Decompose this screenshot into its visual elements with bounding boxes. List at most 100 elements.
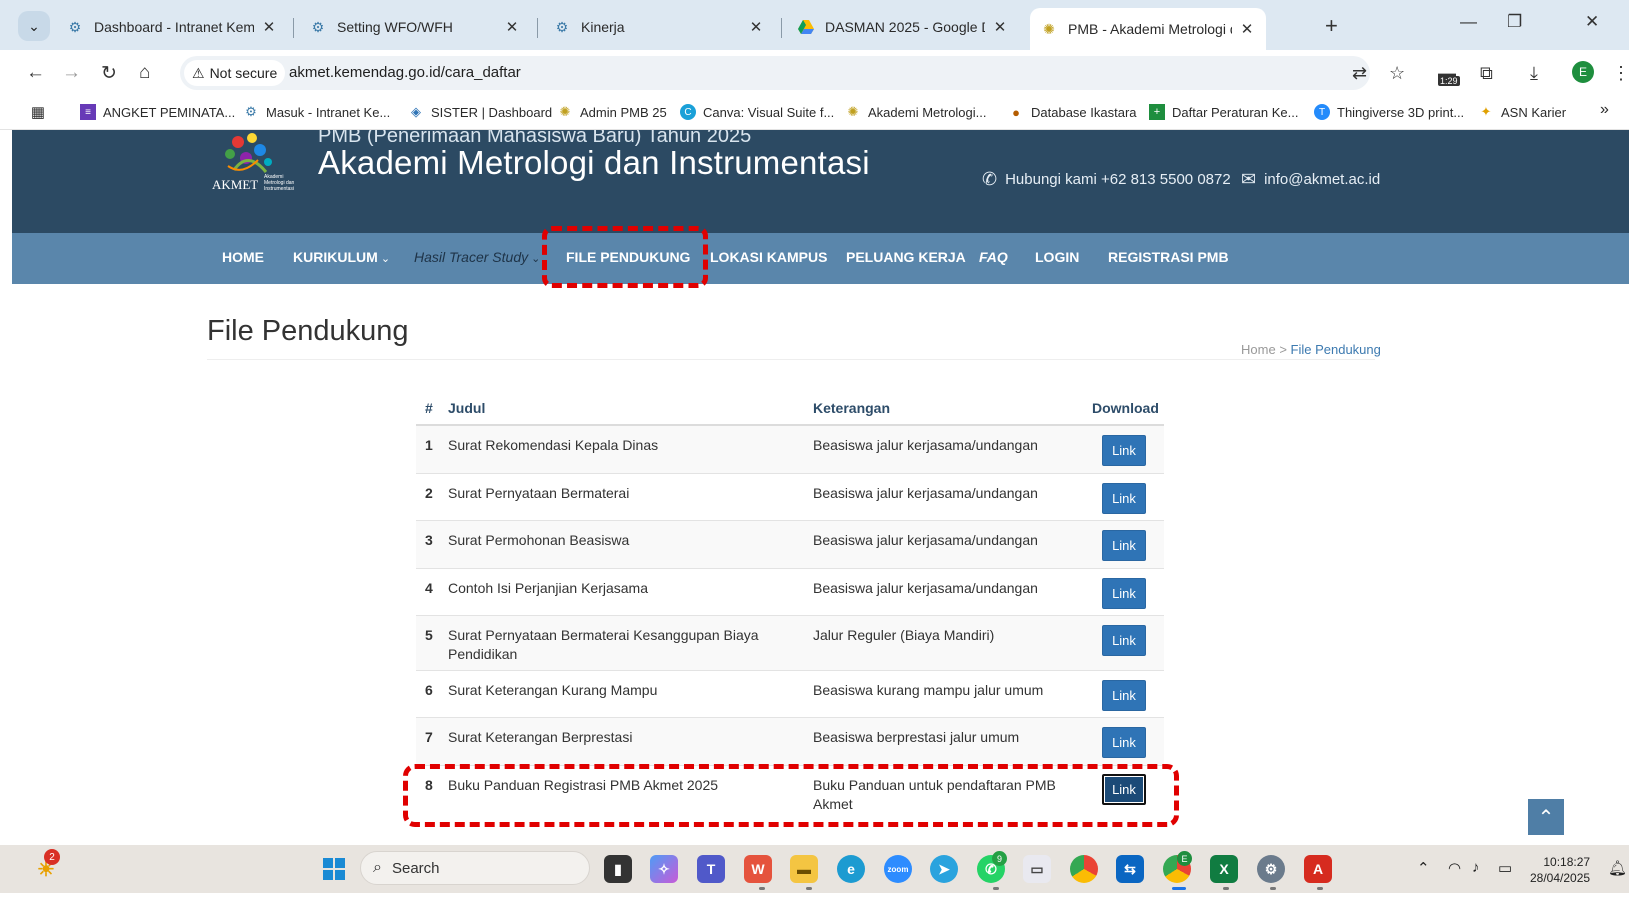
download-link-button[interactable]: Link — [1102, 578, 1146, 609]
download-link-button[interactable]: Link — [1102, 625, 1146, 656]
excel-icon[interactable]: X — [1210, 855, 1238, 883]
row-number: 2 — [425, 485, 433, 501]
bookmark-angket[interactable]: ≡ ANGKET PEMINATA... — [80, 104, 235, 120]
bookmark-sister[interactable]: ◈ SISTER | Dashboard — [408, 104, 552, 120]
scroll-to-top-chevron-up-icon[interactable]: ⌃ — [1528, 799, 1564, 835]
download-link-button[interactable]: Link — [1102, 530, 1146, 561]
zoom-icon[interactable]: zoom — [884, 855, 912, 883]
table-row: 3 Surat Permohonan Beasiswa Beasiswa jal… — [416, 521, 1164, 569]
contact-email[interactable]: ✉ info@akmet.ac.id — [1241, 169, 1380, 190]
running-indicator — [806, 887, 812, 890]
nav-registrasi-pmb[interactable]: REGISTRASI PMB — [1108, 249, 1229, 265]
bookmarks-bar: ▦ ≡ ANGKET PEMINATA... ⚙ Masuk - Intranet … — [0, 96, 1629, 130]
close-icon[interactable]: ✕ — [747, 18, 765, 36]
bookmark-asn-karier[interactable]: ✦ ASN Karier — [1478, 104, 1566, 120]
site-title: Akademi Metrologi dan Instrumentasi — [318, 144, 870, 181]
close-icon[interactable]: ✕ — [1238, 20, 1256, 38]
bookmark-canva[interactable]: C Canva: Visual Suite f... — [680, 104, 834, 120]
breadcrumb: Home > File Pendukung — [1241, 342, 1381, 357]
nav-kurikulum[interactable]: KURIKULUM ⌄ — [293, 249, 390, 265]
apps-grid-icon[interactable]: ▦ — [30, 104, 53, 121]
volume-icon[interactable]: ♪ — [1472, 859, 1480, 876]
tab-dashboard-intranet[interactable]: ⚙ Dashboard - Intranet Kementer ✕ — [56, 10, 288, 44]
close-icon[interactable]: ✕ — [260, 18, 278, 36]
remote-desktop-icon[interactable]: ⇆ — [1116, 855, 1144, 883]
back-arrow-icon[interactable]: ← — [26, 62, 45, 84]
tab-search-chevron-icon[interactable]: ⌄ — [18, 11, 50, 41]
edge-icon[interactable]: e — [837, 855, 865, 883]
wps-office-icon[interactable]: W — [744, 855, 772, 883]
close-icon[interactable]: ✕ — [503, 18, 521, 36]
bookmark-thingiverse[interactable]: T Thingiverse 3D print... — [1314, 104, 1464, 120]
download-link-button[interactable]: Link — [1102, 680, 1146, 711]
nav-peluang-kerja[interactable]: PELUANG KERJA — [846, 249, 966, 265]
reload-icon[interactable]: ↻ — [101, 62, 117, 85]
bookmarks-overflow-icon[interactable]: » — [1600, 101, 1609, 119]
minimize-icon[interactable]: — — [1460, 12, 1477, 32]
bookmark-admin-pmb[interactable]: ✺ Admin PMB 25 — [557, 104, 667, 120]
download-icon[interactable]: ⤓ — [1530, 63, 1538, 84]
settings-gear-icon[interactable]: ⚙ — [1257, 855, 1285, 883]
task-view-icon[interactable]: ▮ — [604, 855, 632, 883]
wifi-icon[interactable]: ◠ — [1448, 859, 1461, 877]
chrome-icon[interactable] — [1070, 855, 1098, 883]
system-clock[interactable]: 10:18:27 28/04/2025 — [1530, 854, 1590, 886]
file-explorer-icon[interactable]: ▬ — [790, 855, 818, 883]
tray-chevron-up-icon[interactable]: ⌃ — [1417, 859, 1430, 877]
nav-faq[interactable]: FAQ — [979, 249, 1008, 265]
table-row: 5 Surat Pernyataan Bermaterai Kesanggupa… — [416, 616, 1164, 671]
tab-kinerja[interactable]: ⚙ Kinerja ✕ — [543, 10, 775, 44]
forward-arrow-icon[interactable]: → — [62, 62, 81, 84]
page-title: File Pendukung — [207, 315, 409, 347]
windows-start-icon[interactable] — [320, 855, 348, 883]
taskbar-search-box[interactable]: ⌕ Search — [360, 851, 590, 885]
restore-icon[interactable]: ❐ — [1507, 12, 1522, 32]
translate-icon[interactable]: ⇄ — [1352, 63, 1367, 84]
bookmark-peraturan[interactable]: + Daftar Peraturan Ke... — [1149, 104, 1298, 120]
bookmark-akademi-metrologi[interactable]: ✺ Akademi Metrologi... — [845, 104, 987, 120]
contact-phone[interactable]: ✆ Hubungi kami +62 813 5500 0872 — [982, 169, 1231, 190]
nav-tracer-study[interactable]: Hasil Tracer Study ⌄ — [414, 249, 540, 265]
nav-login[interactable]: LOGIN — [1035, 249, 1079, 265]
browser-toolbar: ← → ↻ ⌂ ⚠ Not secure akmet.kemendag.go.i… — [0, 50, 1629, 96]
window-close-icon[interactable]: ✕ — [1585, 12, 1599, 32]
nav-home[interactable]: HOME — [222, 249, 264, 265]
download-link-button[interactable]: Link — [1102, 483, 1146, 514]
row-judul: Contoh Isi Perjanjian Kerjasama — [448, 580, 648, 596]
profile-avatar[interactable]: E — [1572, 61, 1594, 83]
table-row: 6 Surat Keterangan Kurang Mampu Beasiswa… — [416, 671, 1164, 718]
tab-setting-wfo[interactable]: ⚙ Setting WFO/WFH ✕ — [299, 10, 531, 44]
bookmark-intranet[interactable]: ⚙ Masuk - Intranet Ke... — [243, 104, 390, 120]
download-link-button[interactable]: Link — [1102, 727, 1146, 758]
battery-icon[interactable]: ▭ — [1498, 859, 1512, 877]
url-text[interactable]: akmet.kemendag.go.id/cara_daftar — [289, 64, 521, 81]
new-tab-plus-icon[interactable]: + — [1325, 13, 1338, 39]
table-header: # Judul Keterangan Download — [416, 389, 1164, 426]
row-number: 5 — [425, 627, 433, 643]
main-navigation: HOME KURIKULUM ⌄ Hasil Tracer Study ⌄ FI… — [12, 233, 1629, 284]
tab-title: Kinerja — [581, 19, 625, 35]
security-chip[interactable]: ⚠ Not secure — [184, 60, 286, 86]
logo-wordmark: AKMET — [212, 177, 259, 192]
breadcrumb-home[interactable]: Home — [1241, 342, 1276, 357]
tab-pmb-akmet-active[interactable]: ✺ PMB - Akademi Metrologi dan I ✕ — [1030, 8, 1266, 50]
row-keterangan: Beasiswa jalur kerjasama/undangan — [813, 580, 1038, 596]
close-icon[interactable]: ✕ — [991, 18, 1009, 36]
warning-triangle-icon: ⚠ — [192, 64, 205, 81]
active-app-indicator — [1172, 887, 1186, 890]
bookmark-star-icon[interactable]: ☆ — [1389, 63, 1405, 84]
notification-bell-icon[interactable]: 🔔︎ — [1608, 859, 1627, 877]
chat-app-icon[interactable]: ▭ — [1023, 855, 1051, 883]
nav-lokasi-kampus[interactable]: LOKASI KAMPUS — [710, 249, 827, 265]
teams-icon[interactable]: T — [697, 855, 725, 883]
tab-dasman-drive[interactable]: DASMAN 2025 - Google Drive ✕ — [787, 10, 1019, 44]
copilot-icon[interactable]: ✧ — [650, 855, 678, 883]
menu-kebab-icon[interactable]: ⋮ — [1612, 63, 1629, 84]
download-link-button[interactable]: Link — [1102, 435, 1146, 466]
table-row: 4 Contoh Isi Perjanjian Kerjasama Beasis… — [416, 569, 1164, 616]
telegram-icon[interactable]: ➤ — [930, 855, 958, 883]
acrobat-icon[interactable]: A — [1304, 855, 1332, 883]
extensions-puzzle-icon[interactable]: ⧉ — [1480, 63, 1493, 84]
bookmark-ikastara[interactable]: ● Database Ikastara — [1008, 104, 1136, 120]
home-icon[interactable]: ⌂ — [139, 62, 150, 84]
